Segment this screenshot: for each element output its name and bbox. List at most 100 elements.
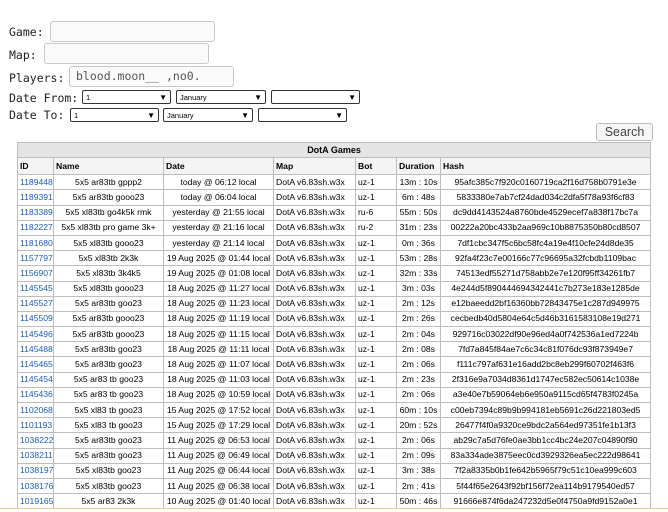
game-bot-cell: uz-1 (355, 462, 397, 479)
table-row: 1101193 5x5 xl83 tb goo23 15 Aug 2025 @ 17… (17, 417, 652, 434)
table-header-row: ID Name Date Map Bot Duration Hash (17, 157, 652, 176)
game-duration-cell: 32m : 33s (396, 265, 441, 282)
game-input[interactable] (50, 21, 215, 42)
game-name-cell: 5x5 xl83tb goo23 (53, 462, 164, 479)
game-id-link[interactable]: 1038197 (20, 465, 53, 475)
game-hash-cell: 00222a20bc433b2aa969c10b8875350b80cd8507 (439, 219, 652, 236)
game-duration-cell: 2m : 26s (396, 310, 441, 328)
game-id-link[interactable]: 1102068 (20, 405, 53, 415)
game-map-cell: DotA v6.83sh.w3x (273, 462, 356, 479)
game-hash-cell: 26477f4f0a9320ce9bdc2a564ed97351fe1b13f3 (439, 417, 652, 434)
game-id-link[interactable]: 1156907 (20, 268, 53, 278)
game-id-link[interactable]: 1145527 (20, 298, 53, 308)
game-id-cell: 1145509 (17, 310, 54, 328)
game-id-link[interactable]: 1038211 (20, 450, 53, 460)
game-id-cell: 1189448 (17, 174, 54, 191)
game-id-cell: 1145527 (17, 295, 54, 312)
game-id-link[interactable]: 1145436 (20, 389, 53, 399)
game-hash-cell: 83a334ade3875eec0cd3929326ea5ec222d98641 (439, 447, 652, 464)
game-id-link[interactable]: 1181680 (20, 238, 53, 248)
game-map-cell: DotA v6.83sh.w3x (273, 417, 356, 434)
date-to-label: Date To: (9, 108, 65, 122)
game-name-cell: 5x5 xl83tb 2k3k (53, 250, 164, 267)
players-input[interactable]: blood.moon__ ,no0. (69, 66, 234, 87)
game-map-cell: DotA v6.83sh.w3x (273, 295, 356, 312)
game-id-link[interactable]: 1145509 (20, 313, 53, 323)
game-duration-cell: 31m : 23s (396, 219, 441, 236)
date-to-day-select[interactable]: 1 ▼ (70, 108, 159, 122)
game-hash-cell: 95afc385c7f920c0160719ca2f16d758b0791e3e (439, 174, 652, 191)
game-id-link[interactable]: 1157797 (20, 253, 53, 263)
game-name-cell: 5x5 xl83tb goo23 (53, 477, 164, 495)
date-from-day-select[interactable]: 1 ▼ (82, 90, 171, 104)
game-id-cell: 1038197 (17, 462, 54, 479)
game-id-cell: 1145436 (17, 386, 54, 404)
date-to-month-select[interactable]: January ▼ (163, 108, 253, 122)
search-button[interactable]: Search (596, 123, 653, 141)
game-date-cell: 18 Aug 2025 @ 11:11 local (163, 341, 274, 358)
game-duration-cell: 0m : 36s (396, 234, 441, 252)
game-id-link[interactable]: 1145465 (20, 359, 53, 369)
game-duration-cell: 2m : 06s (396, 432, 441, 449)
game-bot-cell: uz-1 (355, 341, 397, 358)
table-row: 1156907 5x5 xl83tb 3k4k5 19 Aug 2025 @ 01:… (17, 265, 652, 282)
game-name-cell: 5x5 xl83tb gooo23 (53, 280, 164, 297)
game-id-link[interactable]: 1038222 (20, 435, 53, 445)
page-bottom-divider (0, 508, 668, 509)
game-id-link[interactable]: 1038176 (20, 481, 53, 491)
game-name-cell: 5x5 ar83tb gooo23 (53, 326, 164, 343)
column-header-duration[interactable]: Duration (396, 157, 441, 176)
game-name-cell: 5x5 ar83 tb goo23 (53, 371, 164, 388)
game-map-cell: DotA v6.83sh.w3x (273, 493, 356, 510)
game-name-cell: 5x5 xl83 tb goo23 (53, 401, 164, 419)
game-duration-cell: 2m : 09s (396, 447, 441, 464)
game-id-link[interactable]: 1145488 (20, 344, 53, 354)
game-id-link[interactable]: 1189448 (20, 177, 53, 187)
game-id-cell: 1145454 (17, 371, 54, 388)
column-header-hash[interactable]: Hash (439, 157, 652, 176)
game-date-cell: 11 Aug 2025 @ 06:44 local (163, 462, 274, 479)
game-bot-cell: uz-1 (355, 432, 397, 449)
game-id-link[interactable]: 1182227 (20, 222, 53, 232)
game-hash-cell: 7fd7a845f84ae7c6c34c81f076dc93f873949e7 (439, 341, 652, 358)
game-date-cell: 15 Aug 2025 @ 17:52 local (163, 401, 274, 419)
game-id-link[interactable]: 1145545 (20, 283, 53, 293)
game-date-cell: today @ 06:12 local (163, 174, 274, 191)
game-id-link[interactable]: 1145454 (20, 374, 53, 384)
game-name-cell: 5x5 ar83tb goo23 (53, 356, 164, 373)
date-from-year-select[interactable]: ▼ (271, 90, 360, 104)
table-row: 1145545 5x5 xl83tb gooo23 18 Aug 2025 @ 11… (17, 280, 652, 297)
game-id-link[interactable]: 1183389 (20, 207, 53, 217)
column-header-map[interactable]: Map (273, 157, 356, 176)
game-id-link[interactable]: 1189391 (20, 192, 53, 202)
chevron-down-icon: ▼ (147, 111, 155, 120)
column-header-bot[interactable]: Bot (355, 157, 397, 176)
game-bot-cell: uz-1 (355, 326, 397, 343)
game-duration-cell: 2m : 06s (396, 356, 441, 373)
chevron-down-icon: ▼ (159, 93, 167, 102)
game-id-link[interactable]: 1101193 (20, 420, 52, 430)
table-row: 1102068 5x5 xl83 tb goo23 15 Aug 2025 @ 17… (17, 401, 652, 419)
game-date-cell: 18 Aug 2025 @ 10:59 local (163, 386, 274, 404)
game-hash-cell: 7df1cbc347f5c6bc58fc4a19e4f10cfe24d8de35 (439, 234, 652, 252)
chevron-down-icon: ▼ (348, 93, 356, 102)
game-id-link[interactable]: 1019165 (20, 496, 53, 506)
date-to-year-select[interactable]: ▼ (258, 108, 347, 122)
game-map-cell: DotA v6.83sh.w3x (273, 386, 356, 404)
game-id-link[interactable]: 1145496 (20, 329, 53, 339)
game-name-cell: 5x5 xl83 tb goo23 (53, 417, 164, 434)
column-header-date[interactable]: Date (163, 157, 274, 176)
date-from-month-select[interactable]: January ▼ (176, 90, 266, 104)
table-row: 1145436 5x5 ar83 tb goo23 18 Aug 2025 @ 10… (17, 386, 652, 404)
map-input[interactable] (44, 43, 209, 64)
game-name-cell: 5x5 ar83tb goo23 (53, 432, 164, 449)
column-header-id[interactable]: ID (17, 157, 54, 176)
game-id-cell: 1157797 (17, 250, 54, 267)
game-hash-cell: ab29c7a5d76fe0ae3bb1cc4bc24e207c04890f90 (439, 432, 652, 449)
game-bot-cell: uz-1 (355, 265, 397, 282)
column-header-name[interactable]: Name (53, 157, 164, 176)
table-row: 1145509 5x5 ar83tb gooo23 18 Aug 2025 @ 11… (17, 310, 652, 328)
game-duration-cell: 2m : 04s (396, 326, 441, 343)
game-bot-cell: uz-1 (355, 234, 397, 252)
game-duration-cell: 13m : 10s (396, 174, 441, 191)
